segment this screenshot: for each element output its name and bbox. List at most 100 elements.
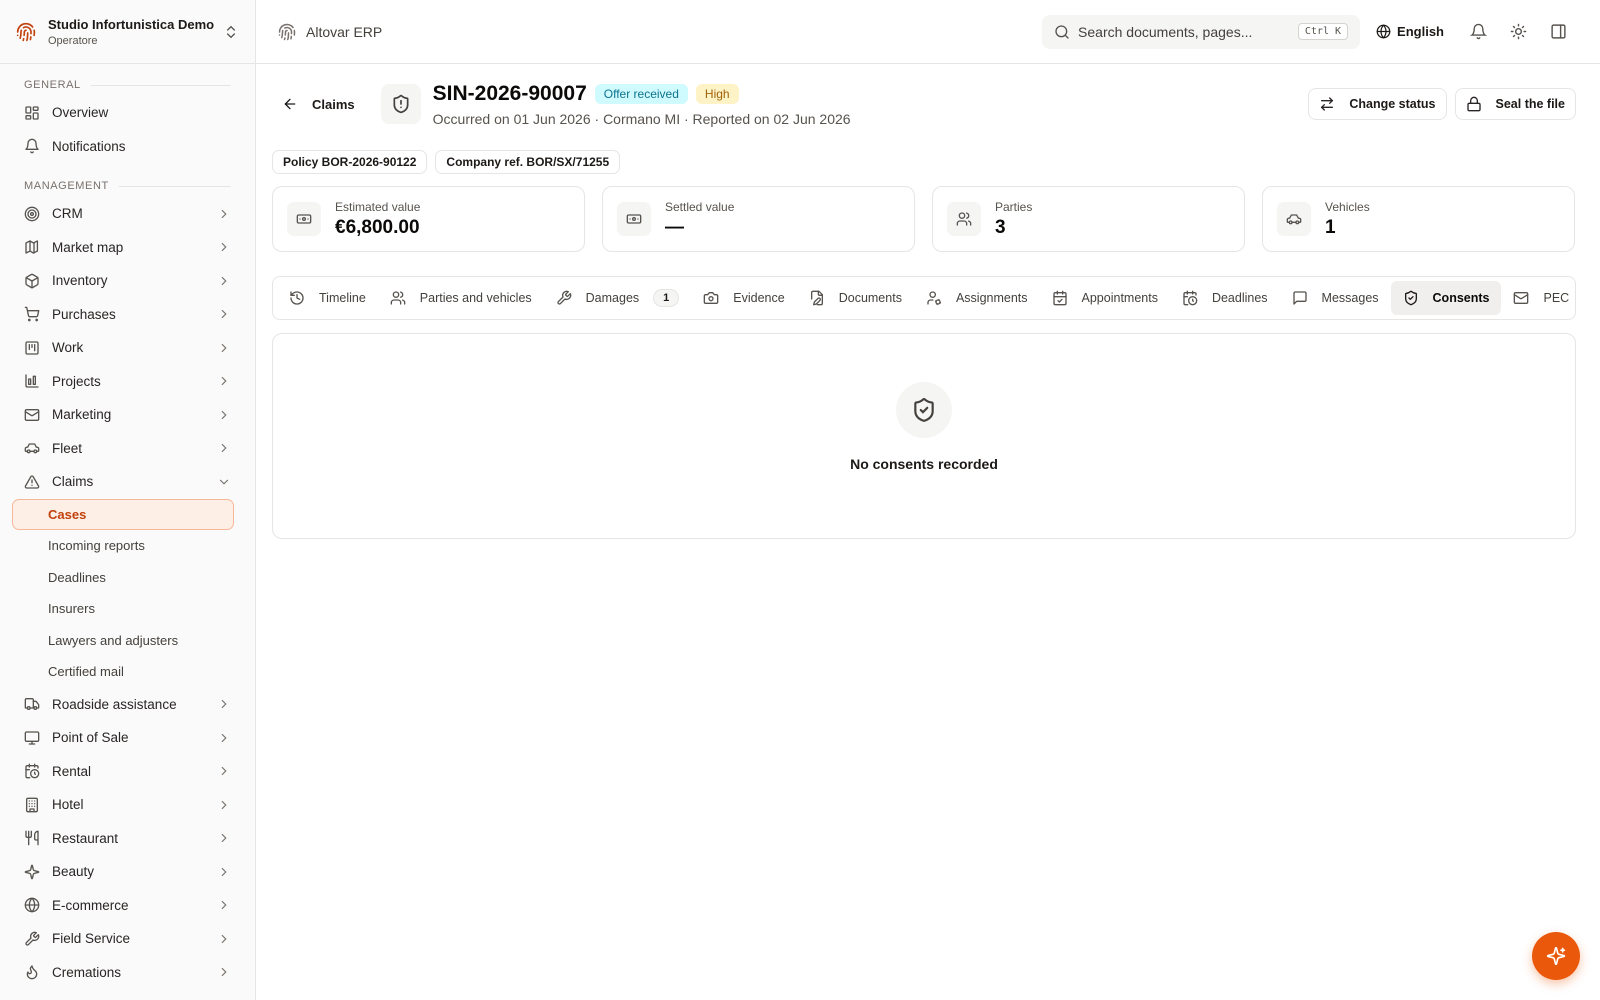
stat-label: Vehicles <box>1325 199 1370 214</box>
sidebar-subitem-incoming-reports[interactable]: Incoming reports <box>0 530 255 562</box>
chevron-right-icon <box>217 307 231 321</box>
sidebar-item-claims[interactable]: Claims <box>0 465 255 499</box>
chevron-right-icon <box>217 341 231 355</box>
sidebar-item-marketing[interactable]: Marketing <box>0 398 255 432</box>
tab-damages[interactable]: Damages 1 <box>544 281 692 315</box>
tab-deadlines[interactable]: Deadlines <box>1170 281 1280 315</box>
chevron-right-icon <box>217 764 231 778</box>
sidebar-item-label: Rental <box>52 763 92 779</box>
chevron-right-icon <box>217 697 231 711</box>
seal-file-label: Seal the file <box>1495 97 1565 111</box>
tab-assignments[interactable]: Assignments <box>914 281 1040 315</box>
sidebar-subitem-cases[interactable]: Cases <box>12 498 234 530</box>
sparkles-icon <box>1546 946 1566 966</box>
sun-icon <box>1510 23 1527 40</box>
sidebar-subitem-certified-mail[interactable]: Certified mail <box>0 656 255 688</box>
stat-card-estimated-value: Estimated value €6,800.00 <box>272 186 585 252</box>
back-to-claims-link[interactable]: Claims <box>282 96 355 112</box>
chevron-right-icon <box>217 274 231 288</box>
tab-pec[interactable]: PEC <box>1501 281 1575 315</box>
shield-check-icon <box>1403 290 1433 306</box>
tab-count-badge: 1 <box>653 289 680 307</box>
sidebar-item-hotel[interactable]: Hotel <box>0 788 255 822</box>
sidebar-item-point-of-sale[interactable]: Point of Sale <box>0 721 255 755</box>
sidebar-item-projects[interactable]: Projects <box>0 365 255 399</box>
chevron-down-icon <box>217 475 231 489</box>
sidebar-item-e-commerce[interactable]: E-commerce <box>0 889 255 923</box>
history-icon <box>289 290 319 306</box>
users-icon <box>390 290 420 306</box>
tab-appointments[interactable]: Appointments <box>1040 281 1170 315</box>
sidebar-item-rental[interactable]: Rental <box>0 755 255 789</box>
back-label: Claims <box>312 96 355 112</box>
fingerprint-logo-icon <box>16 22 36 42</box>
sidebar-subitem-lawyers-and-adjusters[interactable]: Lawyers and adjusters <box>0 625 255 657</box>
calendar-clock-icon <box>24 763 40 779</box>
warning-icon <box>24 474 40 490</box>
sidebar-item-market-map[interactable]: Market map <box>0 231 255 265</box>
change-status-button[interactable]: Change status <box>1308 88 1447 120</box>
sidebar-item-roadside-assistance[interactable]: Roadside assistance <box>0 688 255 722</box>
sidebar-item-restaurant[interactable]: Restaurant <box>0 822 255 856</box>
tab-label: PEC <box>1543 291 1570 305</box>
tab-label: Deadlines <box>1211 291 1268 305</box>
tab-evidence[interactable]: Evidence <box>691 281 796 315</box>
sidebar-item-overview[interactable]: Overview <box>0 96 255 130</box>
language-switcher[interactable]: English <box>1376 24 1444 39</box>
sidebar-item-cremations[interactable]: Cremations <box>0 956 255 990</box>
map-icon <box>24 239 40 255</box>
sidebar-item-field-service[interactable]: Field Service <box>0 922 255 956</box>
sidebar-item-work[interactable]: Work <box>0 331 255 365</box>
stat-card-parties: Parties 3 <box>932 186 1245 252</box>
tab-messages[interactable]: Messages <box>1280 281 1391 315</box>
sidebar-item-label: Fleet <box>52 440 83 456</box>
sidebar-subitem-insurers[interactable]: Insurers <box>0 593 255 625</box>
panel-toggle-button[interactable] <box>1538 15 1578 49</box>
sidebar-item-label: Notifications <box>52 138 126 154</box>
sidebar-item-fleet[interactable]: Fleet <box>0 432 255 466</box>
stat-label: Settled value <box>665 199 735 214</box>
search-placeholder: Search documents, pages... <box>1078 23 1253 40</box>
org-switcher[interactable]: Studio Infortunistica Demo Operatore <box>0 0 255 64</box>
org-name: Studio Infortunistica Demo <box>48 16 215 32</box>
sidebar-item-label: Work <box>52 340 84 356</box>
tab-label: Parties and vehicles <box>419 291 532 305</box>
globe-icon <box>1376 24 1391 39</box>
tab-parties-and-vehicles[interactable]: Parties and vehicles <box>378 281 544 315</box>
tab-documents[interactable]: Documents <box>797 281 914 315</box>
seal-file-button[interactable]: Seal the file <box>1454 88 1576 120</box>
tab-label: Consents <box>1432 291 1490 305</box>
theme-toggle-button[interactable] <box>1498 15 1538 49</box>
section-label-general: GENERAL <box>0 74 255 96</box>
search-input[interactable]: Search documents, pages... Ctrl K <box>1042 14 1361 49</box>
file-edit-icon <box>809 290 839 306</box>
sidebar-item-inventory[interactable]: Inventory <box>0 264 255 298</box>
sidebar-subitem-deadlines[interactable]: Deadlines <box>0 562 255 594</box>
chevron-right-icon <box>217 441 231 455</box>
chevron-right-icon <box>217 831 231 845</box>
sidebar-item-beauty[interactable]: Beauty <box>0 855 255 889</box>
car-icon <box>1277 202 1311 236</box>
chevron-right-icon <box>217 408 231 422</box>
case-references: Policy BOR-2026-90122 Company ref. BOR/S… <box>272 150 1576 174</box>
sidebar-item-notifications[interactable]: Notifications <box>0 130 255 164</box>
policy-ref-chip: Policy BOR-2026-90122 <box>272 150 428 174</box>
change-status-label: Change status <box>1349 97 1436 111</box>
company-ref-chip: Company ref. BOR/SX/71255 <box>435 150 621 174</box>
monitor-icon <box>24 730 40 746</box>
chevron-right-icon <box>217 731 231 745</box>
mail-icon <box>24 407 40 423</box>
tab-consents[interactable]: Consents <box>1390 281 1502 315</box>
sidebar-item-crm[interactable]: CRM <box>0 197 255 231</box>
sidebar-item-label: Marketing <box>52 407 112 423</box>
tab-label: Evidence <box>733 291 785 305</box>
arrow-left-icon <box>282 96 312 112</box>
building-icon <box>24 797 40 813</box>
cart-icon <box>24 306 40 322</box>
sidebar-item-label: Beauty <box>52 864 95 880</box>
tab-timeline[interactable]: Timeline <box>277 281 378 315</box>
notifications-button[interactable] <box>1458 15 1498 49</box>
ai-assistant-button[interactable] <box>1532 932 1580 980</box>
shield-check-icon <box>896 382 952 438</box>
sidebar-item-purchases[interactable]: Purchases <box>0 298 255 332</box>
